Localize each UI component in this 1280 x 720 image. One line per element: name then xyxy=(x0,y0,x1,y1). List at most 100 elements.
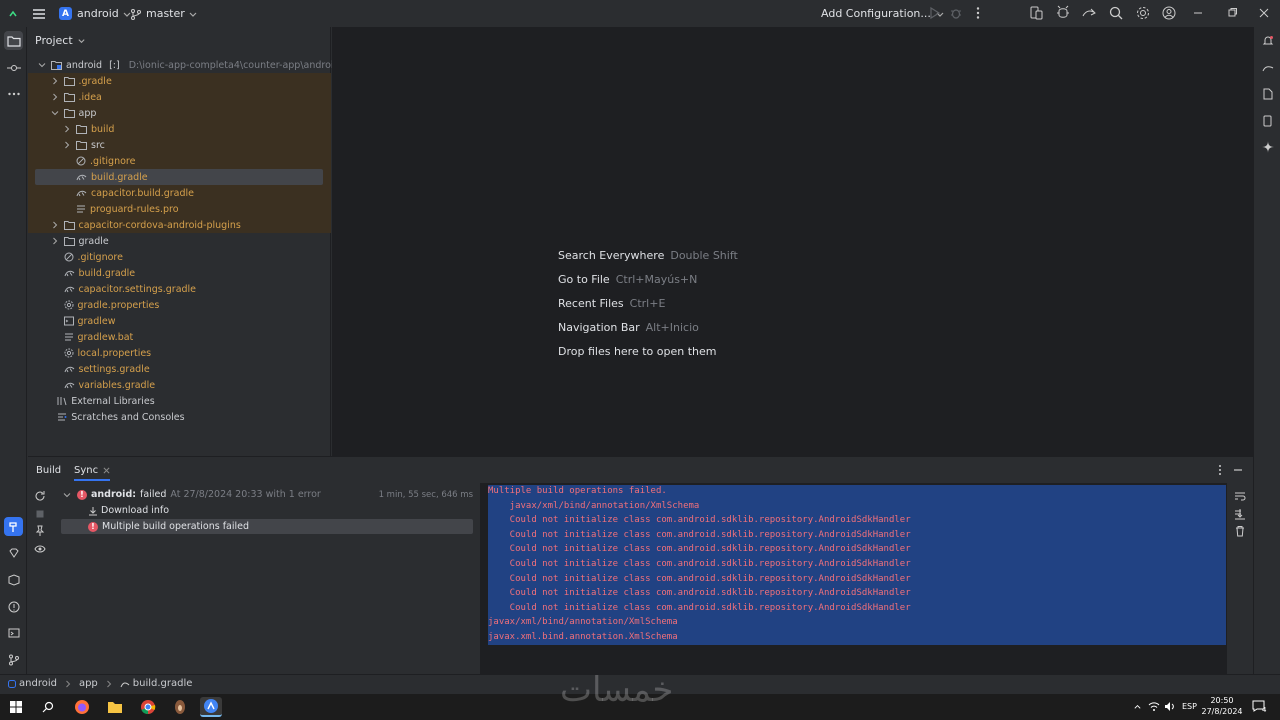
tab-sync[interactable]: Sync xyxy=(74,465,111,481)
build-tool-button[interactable] xyxy=(4,517,23,536)
console-line: javax.xml.bind.annotation.XmlSchema xyxy=(488,632,678,642)
app-inspection-button[interactable] xyxy=(4,570,23,589)
tree-item[interactable]: settings.gradle xyxy=(28,361,331,377)
tray-expand-icon[interactable] xyxy=(1133,702,1142,711)
breadcrumb-item-project[interactable]: android xyxy=(19,678,57,689)
debug-icon[interactable] xyxy=(948,5,964,21)
tree-item[interactable]: Scratches and Consoles xyxy=(28,409,331,425)
run-icon[interactable] xyxy=(926,5,942,21)
tree-item[interactable]: proguard-rules.pro xyxy=(28,201,331,217)
branch-switcher[interactable]: master xyxy=(130,0,198,27)
tree-item[interactable]: build xyxy=(28,121,331,137)
tree-item[interactable]: gradle xyxy=(28,233,331,249)
tree-item[interactable]: .idea xyxy=(28,89,331,105)
gemini-assistant-button[interactable] xyxy=(1258,137,1277,156)
close-window-icon[interactable] xyxy=(1256,5,1272,21)
search-icon[interactable] xyxy=(1108,5,1124,21)
tree-item[interactable]: capacitor.settings.gradle xyxy=(28,281,331,297)
breadcrumb-item-file[interactable]: build.gradle xyxy=(133,678,193,689)
editor-empty-area[interactable]: Search Everywhere Double Shift Go to File C… xyxy=(332,27,1253,456)
hide-panel-icon[interactable] xyxy=(1232,464,1244,476)
search-icon[interactable] xyxy=(37,697,59,717)
firefox-icon[interactable] xyxy=(71,697,93,717)
commit-tool-button[interactable] xyxy=(4,58,23,77)
keyboard-language[interactable]: ESP xyxy=(1182,702,1197,711)
tree-item[interactable]: capacitor.build.gradle xyxy=(28,185,331,201)
chevron-right-icon[interactable] xyxy=(51,93,60,101)
gradle-sync-icon[interactable] xyxy=(1081,5,1097,21)
tree-item[interactable]: build.gradle xyxy=(28,265,331,281)
tree-item-label: capacitor.build.gradle xyxy=(91,187,195,199)
chrome-icon[interactable] xyxy=(137,697,159,717)
gemini-tool-button[interactable] xyxy=(4,543,23,562)
minimize-window-icon[interactable] xyxy=(1190,5,1206,21)
clear-all-icon[interactable] xyxy=(1234,525,1246,537)
pin-icon[interactable] xyxy=(34,525,46,537)
module-folder-icon xyxy=(51,60,62,70)
main-menu-button[interactable] xyxy=(32,0,46,27)
chevron-down-icon[interactable] xyxy=(38,61,47,69)
tree-item[interactable]: .gradle xyxy=(28,73,331,89)
chevron-right-icon[interactable] xyxy=(51,237,60,245)
tree-item[interactable]: .gitignore xyxy=(28,153,331,169)
tree-item[interactable]: gradlew xyxy=(28,313,331,329)
windows-start-icon[interactable] xyxy=(5,697,27,717)
volume-icon[interactable] xyxy=(1164,701,1176,712)
tree-item[interactable]: variables.gradle xyxy=(28,377,331,393)
tree-item[interactable]: gradle.properties xyxy=(28,297,331,313)
build-root-node[interactable]: ! android: failed At 27/8/2024 20:33 wit… xyxy=(63,487,473,502)
chevron-right-icon[interactable] xyxy=(51,221,60,229)
project-switcher[interactable]: A android xyxy=(59,0,132,27)
device-file-explorer-button[interactable] xyxy=(1258,84,1277,103)
tree-item[interactable]: build.gradle xyxy=(28,169,331,185)
account-icon[interactable] xyxy=(1161,5,1177,21)
build-duration: 1 min, 55 sec, 646 ms xyxy=(378,489,473,500)
tree-item[interactable]: src xyxy=(28,137,331,153)
scroll-to-end-icon[interactable] xyxy=(1234,508,1246,520)
chevron-right-icon[interactable] xyxy=(63,125,72,133)
clock-time[interactable]: 20:50 xyxy=(1205,696,1239,705)
download-info-node[interactable]: Download info xyxy=(88,503,169,518)
filter-eye-icon[interactable] xyxy=(34,543,46,555)
tree-item[interactable]: android [:] D:\ionic-app-completa4\counter… xyxy=(28,57,340,73)
chevron-down-icon[interactable] xyxy=(51,109,60,117)
bell-icon xyxy=(1262,35,1273,44)
gradle-tool-button[interactable] xyxy=(1258,58,1277,77)
tree-item[interactable]: app xyxy=(28,105,331,121)
watermark: خمسات xyxy=(560,670,674,710)
more-tools-button[interactable] xyxy=(4,84,23,103)
problems-tool-button[interactable] xyxy=(4,597,23,616)
android-studio-taskbar-icon[interactable] xyxy=(200,697,222,717)
more-options-icon[interactable] xyxy=(970,5,986,21)
terminal-tool-button[interactable] xyxy=(4,623,23,642)
error-icon: ! xyxy=(88,521,98,532)
tree-item[interactable]: .gitignore xyxy=(28,249,331,265)
chevron-right-icon[interactable] xyxy=(63,141,72,149)
text-file-icon xyxy=(76,204,86,214)
running-devices-button[interactable] xyxy=(1258,111,1277,130)
app-avatar-icon[interactable] xyxy=(169,697,191,717)
build-output-console[interactable]: Multiple build operations failed. javax/… xyxy=(480,483,1227,675)
stop-icon[interactable] xyxy=(34,508,46,520)
settings-gear-icon[interactable] xyxy=(1135,5,1151,21)
project-view-selector[interactable]: Project xyxy=(35,34,86,47)
tree-item[interactable]: External Libraries xyxy=(28,393,331,409)
tree-item[interactable]: local.properties xyxy=(28,345,331,361)
wifi-icon[interactable] xyxy=(1148,701,1160,712)
notifications-button[interactable] xyxy=(1258,31,1277,50)
restore-window-icon[interactable] xyxy=(1224,5,1240,21)
chevron-right-icon[interactable] xyxy=(51,77,60,85)
build-error-node[interactable]: ! Multiple build operations failed xyxy=(61,519,473,534)
sdk-manager-icon[interactable] xyxy=(1055,5,1071,21)
file-explorer-icon[interactable] xyxy=(104,697,126,717)
device-manager-icon[interactable] xyxy=(1028,5,1044,21)
clock-date[interactable]: 27/8/2024 xyxy=(1201,707,1243,716)
tree-item[interactable]: gradlew.bat xyxy=(28,329,331,345)
breadcrumb-item-module[interactable]: app xyxy=(79,678,98,689)
project-tool-button[interactable] xyxy=(4,31,23,50)
tree-item[interactable]: capacitor-cordova-android-plugins xyxy=(28,217,331,233)
resync-icon[interactable] xyxy=(34,490,46,502)
more-options-icon[interactable] xyxy=(1215,464,1225,476)
soft-wrap-icon[interactable] xyxy=(1234,490,1246,502)
version-control-button[interactable] xyxy=(4,650,23,669)
